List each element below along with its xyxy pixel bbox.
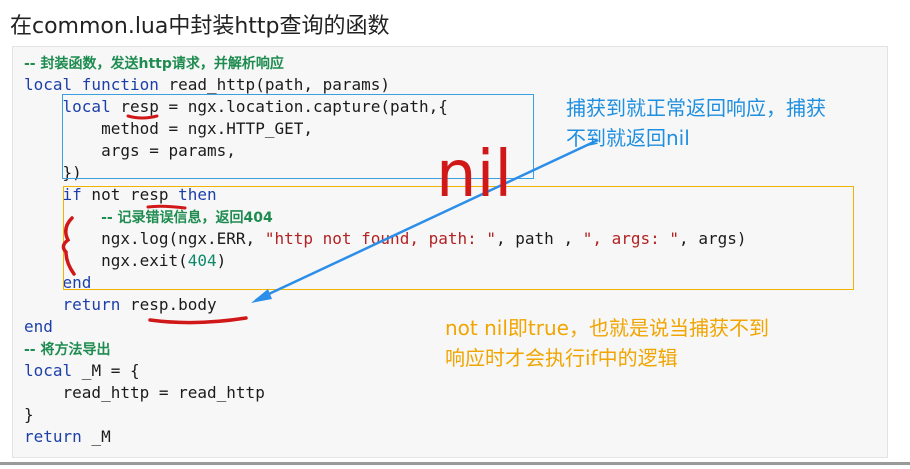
bottom-divider xyxy=(0,462,910,465)
arrow-head xyxy=(251,289,272,303)
resp-underline-mark xyxy=(126,114,159,120)
arrow-line xyxy=(255,138,599,302)
resp-body-underline-mark xyxy=(148,316,248,325)
if-note-line2: 响应时才会执行if中的逻辑 xyxy=(445,346,678,370)
annotation-marks xyxy=(61,114,599,325)
brace-mark xyxy=(61,216,76,276)
nil-annotation: nil xyxy=(436,138,513,212)
if-note-line1: not nil即true，也就是说当捕获不到 xyxy=(445,316,769,340)
resp-underline-mark-2 xyxy=(146,204,187,210)
capture-note-line1: 捕获到就正常返回响应，捕获 xyxy=(566,96,826,120)
capture-note-line2: 不到就返回nil xyxy=(566,126,690,150)
